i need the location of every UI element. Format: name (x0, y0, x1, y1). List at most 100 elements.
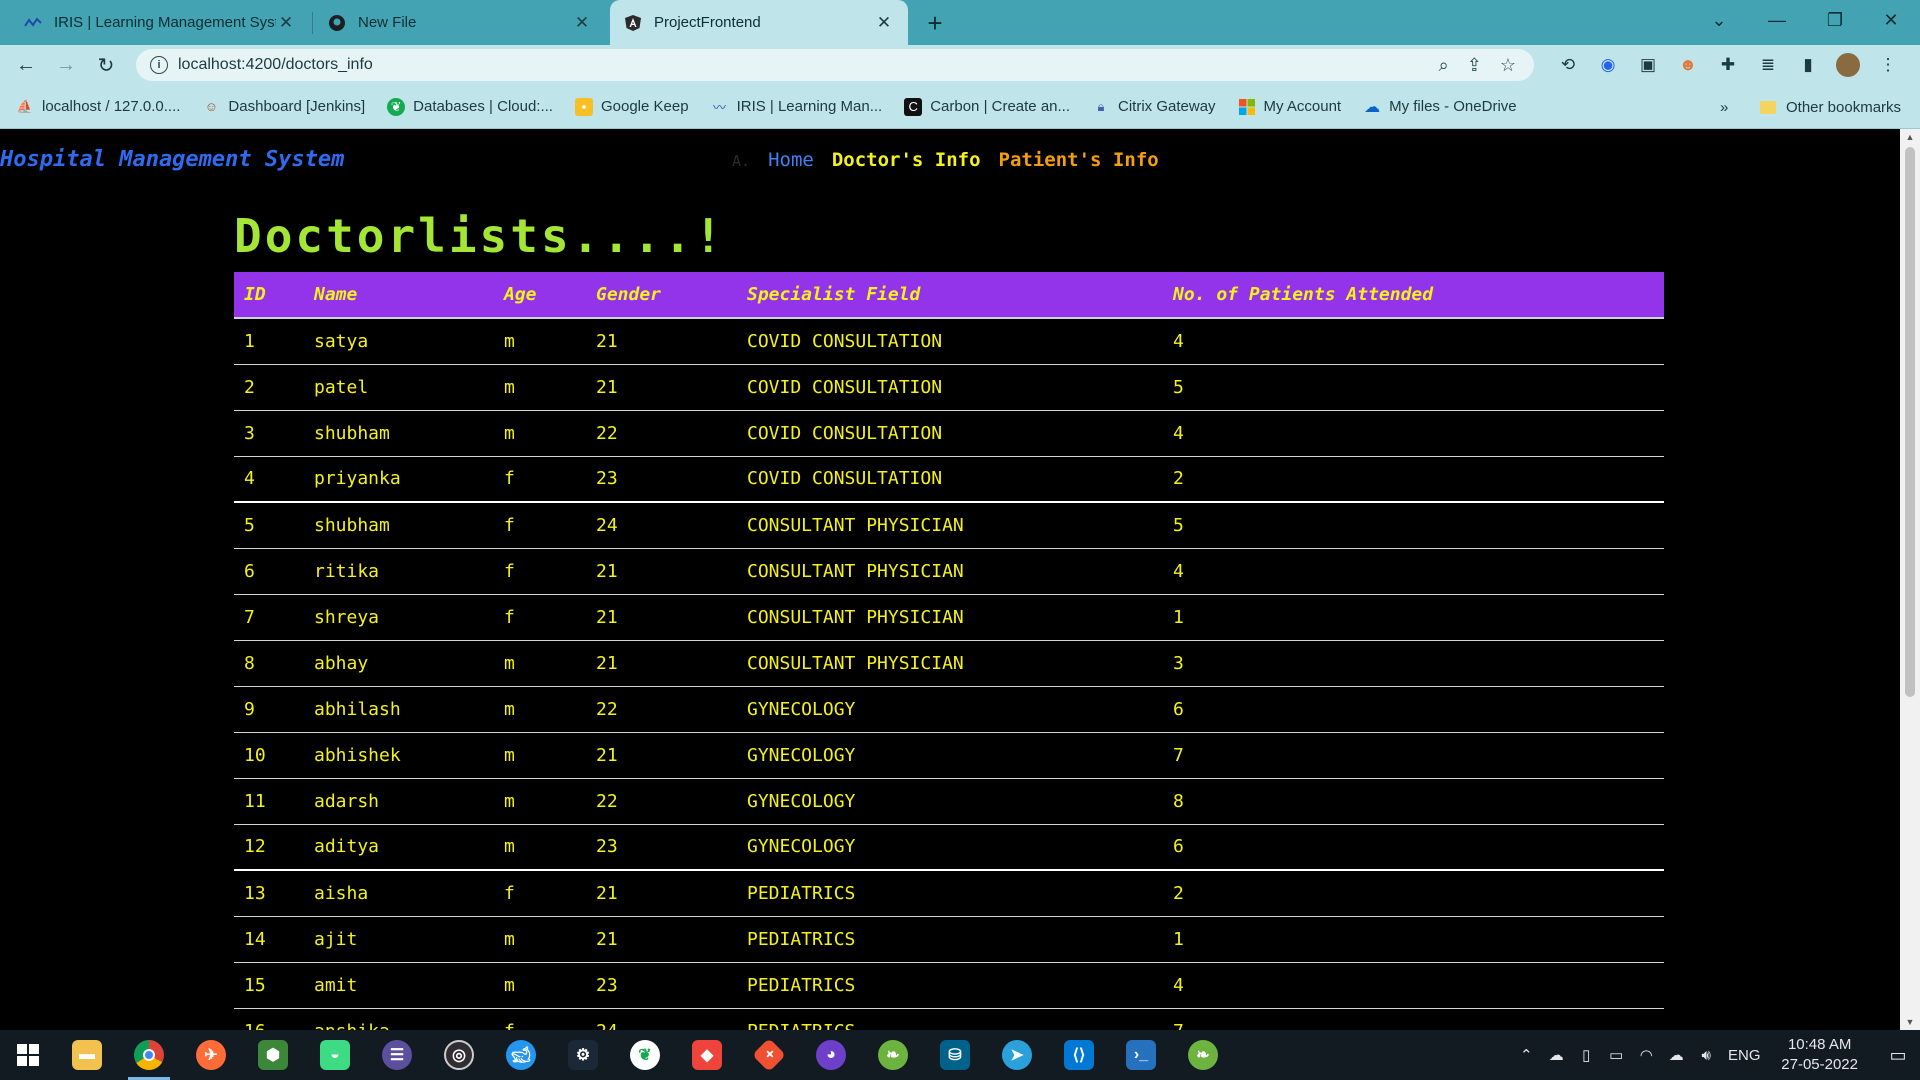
telegram-icon[interactable]: ➤ (986, 1030, 1048, 1080)
close-icon[interactable]: ✕ (276, 13, 296, 33)
back-icon[interactable]: ← (10, 49, 42, 81)
extension-sync-icon[interactable]: ⟲ (1555, 52, 1581, 78)
cell-id: 15 (234, 962, 304, 1009)
obs-icon[interactable]: ◎ (428, 1030, 490, 1080)
bookmark-carbon[interactable]: C Carbon | Create an... (904, 97, 1070, 116)
top-navigation: A. Home Doctor's Info Patient's Info (732, 149, 1159, 171)
share-icon[interactable]: ⇪ (1467, 55, 1482, 76)
file-explorer-icon[interactable]: ▬ (56, 1030, 118, 1080)
page-scrollbar[interactable]: ▲ ▼ (1900, 129, 1920, 1030)
vscode-icon[interactable]: ⟨⟩ (1048, 1030, 1110, 1080)
close-icon[interactable]: ✕ (874, 13, 894, 33)
bookmark-iris[interactable]: 〰 IRIS | Learning Man... (711, 98, 882, 116)
cell-specialist-field: GYNECOLOGY (737, 732, 1163, 779)
start-icon[interactable] (0, 1030, 56, 1080)
bookmark-google-keep[interactable]: ▪ Google Keep (574, 97, 689, 116)
reload-icon[interactable]: ↻ (90, 49, 122, 81)
bookmarks-overflow-icon[interactable]: » (1720, 85, 1728, 129)
onedrive-icon: ☁ (1364, 98, 1381, 116)
cell-id: 4 (234, 456, 304, 503)
bookmark-star-icon[interactable]: ☆ (1500, 55, 1516, 76)
cloud-sync-icon[interactable]: ☁ (1544, 1046, 1568, 1064)
address-bar[interactable]: i localhost:4200/doctors_info ⌕ ⇪ ☆ (136, 49, 1534, 81)
bookmark-phpmyadmin[interactable]: ⛵ localhost / 127.0.0.... (16, 98, 181, 116)
page-viewport: Hospital Management System A. Home Docto… (0, 129, 1900, 1030)
github-desktop-icon[interactable]: ◕ (800, 1030, 862, 1080)
url-text[interactable]: localhost:4200/doctors_info (178, 56, 373, 74)
extension-edge-icon[interactable]: ◉ (1595, 52, 1621, 78)
clock[interactable]: 10:48 AM 27-05-2022 (1781, 1035, 1858, 1075)
folder-icon (1760, 100, 1776, 114)
cell-gender: 22 (586, 410, 737, 457)
table-body: 1 satya m 21 COVID CONSULTATION 4 2 patel m 21 COV… (234, 318, 1664, 1030)
avatar[interactable] (1835, 52, 1861, 78)
restore-icon[interactable]: ❐ (1806, 0, 1864, 40)
tab-search-icon[interactable]: ⌄ (1690, 0, 1748, 40)
other-bookmarks[interactable]: Other bookmarks (1760, 85, 1901, 129)
extension-face-icon[interactable]: ☻ (1675, 52, 1701, 78)
table-row: 5 shubham f 24 CONSULTANT PHYSICIAN 5 (234, 502, 1664, 549)
extension-box-icon[interactable]: ▣ (1635, 52, 1661, 78)
app-brand[interactable]: Hospital Management System (0, 147, 344, 172)
chrome-icon[interactable] (118, 1030, 180, 1080)
nav-a-link[interactable]: A. (732, 152, 750, 170)
cell-name: shubham (304, 502, 494, 549)
citrix-icon: 🔒︎ (1097, 98, 1105, 114)
side-panel-icon[interactable]: ▮ (1795, 52, 1821, 78)
nav-home-link[interactable]: Home (768, 149, 814, 171)
bookmark-onedrive[interactable]: ☁ My files - OneDrive (1363, 98, 1517, 116)
volume-icon[interactable]: 🔊︎ (1694, 1047, 1718, 1064)
docker-icon[interactable]: 🐋︎ (490, 1030, 552, 1080)
tab-iris[interactable]: IRIS | Learning Management Syst ✕ (10, 0, 310, 45)
mongodb-compass-icon[interactable]: ❦ (614, 1030, 676, 1080)
powershell-icon[interactable]: ›_ (1110, 1030, 1172, 1080)
menu-kebab-icon[interactable]: ⋮ (1875, 52, 1901, 78)
language-indicator[interactable]: ENG (1724, 1047, 1764, 1064)
tab-new-file[interactable]: New File ✕ (314, 0, 606, 45)
spring-boot-icon[interactable]: ❧ (1172, 1030, 1234, 1080)
chevron-up-icon[interactable]: ⌃ (1514, 1046, 1538, 1064)
wifi-icon[interactable]: ◠ (1634, 1046, 1658, 1064)
zoom-icon[interactable]: ⌕ (1439, 55, 1449, 76)
mysql-workbench-icon[interactable]: ⛁ (924, 1030, 986, 1080)
site-info-icon[interactable]: i (150, 56, 168, 74)
nav-patients-info-link[interactable]: Patient's Info (999, 149, 1159, 171)
scrollbar-thumb[interactable] (1905, 147, 1915, 697)
notification-icon[interactable]: ▭ (1876, 1030, 1920, 1080)
minimize-icon[interactable]: — (1748, 0, 1806, 40)
cell-gender: 21 (586, 640, 737, 687)
eclipse-icon[interactable]: ☰ (366, 1030, 428, 1080)
tab-project-frontend[interactable]: ProjectFrontend ✕ (610, 0, 908, 45)
battery-icon[interactable]: ▭ (1604, 1046, 1628, 1064)
onedrive-icon[interactable]: ☁ (1664, 1046, 1688, 1064)
forward-icon[interactable]: → (50, 49, 82, 81)
git-icon[interactable]: + (738, 1030, 800, 1080)
scroll-up-icon[interactable]: ▲ (1900, 129, 1920, 145)
android-studio-icon[interactable]: ◒ (304, 1030, 366, 1080)
github-icon (328, 14, 346, 32)
postman-icon[interactable]: ✈ (180, 1030, 242, 1080)
cell-patients-attended: 4 (1163, 962, 1664, 1009)
reading-list-icon[interactable]: ≣ (1755, 52, 1781, 78)
steam-icon[interactable]: ⚙ (552, 1030, 614, 1080)
new-tab-button[interactable]: + (918, 6, 952, 40)
bookmark-citrix[interactable]: 🔒︎ Citrix Gateway (1092, 98, 1216, 116)
other-bookmarks-label: Other bookmarks (1786, 98, 1902, 116)
extensions-puzzle-icon[interactable]: ✚ (1715, 52, 1741, 78)
cell-id: 3 (234, 410, 304, 457)
device-icon[interactable]: ▯ (1574, 1046, 1598, 1064)
cell-name: abhishek (304, 732, 494, 779)
close-window-icon[interactable]: ✕ (1862, 0, 1920, 40)
page-title: Doctorlists....! (234, 209, 726, 263)
scroll-down-icon[interactable]: ▼ (1900, 1014, 1920, 1030)
close-icon[interactable]: ✕ (572, 13, 592, 33)
spring-tool-icon[interactable]: ❧ (862, 1030, 924, 1080)
bookmark-my-account[interactable]: My Account (1238, 98, 1341, 116)
bookmark-jenkins[interactable]: ☺ Dashboard [Jenkins] (202, 98, 365, 116)
nodejs-icon[interactable]: ⬢ (242, 1030, 304, 1080)
nav-doctors-info-link[interactable]: Doctor's Info (832, 149, 981, 171)
cell-specialist-field: PEDIATRICS (737, 1008, 1163, 1030)
bookmark-mongodb[interactable]: ❦ Databases | Cloud:... (387, 97, 553, 116)
anydesk-icon[interactable]: ◆ (676, 1030, 738, 1080)
cell-id: 2 (234, 364, 304, 411)
